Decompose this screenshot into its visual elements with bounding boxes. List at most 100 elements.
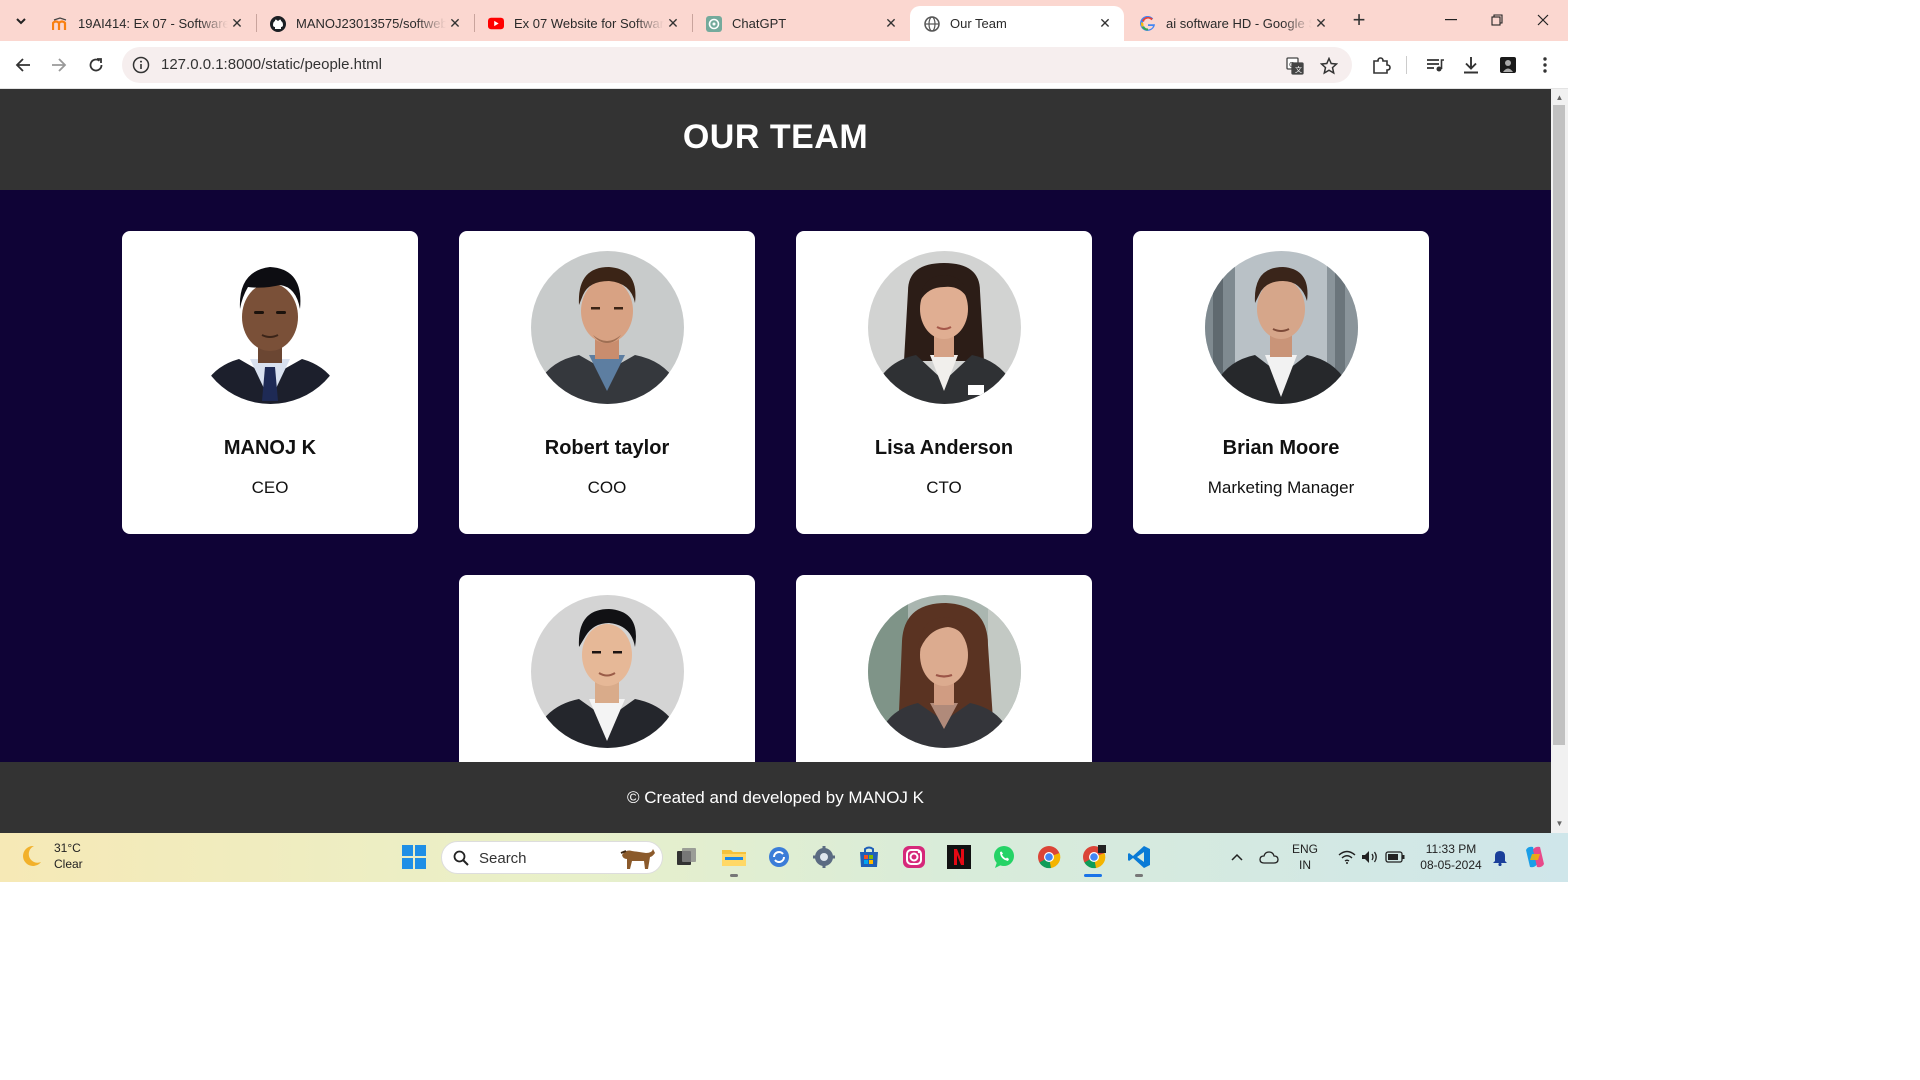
region-code: IN (1299, 858, 1311, 872)
weather-condition: Clear (54, 857, 83, 871)
scrollbar-thumb[interactable] (1553, 105, 1565, 745)
avatar (194, 251, 347, 404)
restore-icon (1491, 14, 1503, 26)
tab-title: ai software HD - Google Se (1166, 16, 1312, 31)
chrome-icon[interactable] (1034, 842, 1064, 872)
battery-icon[interactable] (1380, 842, 1410, 872)
page-title: OUR TEAM (682, 118, 869, 156)
system-clock[interactable]: 11:33 PM 08-05-2024 (1416, 841, 1486, 873)
forward-button[interactable] (45, 51, 73, 79)
tab-our-team[interactable]: Our Team ✕ (910, 6, 1124, 41)
lang-code: ENG (1292, 842, 1319, 856)
sync-app-icon[interactable] (764, 842, 794, 872)
scroll-down-icon[interactable]: ▼ (1555, 819, 1564, 828)
tab-github[interactable]: MANOJ23013575/softweb ✕ (256, 6, 474, 41)
close-icon[interactable]: ✕ (1096, 15, 1114, 33)
page-header: OUR TEAM (0, 89, 1551, 190)
onedrive-cloud-icon[interactable] (1254, 842, 1284, 872)
translate-icon[interactable]: G文 (1284, 55, 1306, 77)
instagram-icon[interactable] (899, 842, 929, 872)
profile-avatar[interactable] (1496, 53, 1520, 77)
vertical-scrollbar[interactable]: ▲ ▼ (1551, 89, 1568, 833)
clock-date: 08-05-2024 (1420, 858, 1482, 872)
moodle-icon (52, 16, 68, 32)
member-name: Brian Moore (1222, 437, 1340, 459)
address-bar[interactable]: 127.0.0.1:8000/static/people.html G文 (122, 47, 1352, 83)
svg-text:文: 文 (1295, 65, 1302, 74)
url-text[interactable]: 127.0.0.1:8000/static/people.html (161, 56, 382, 73)
task-view-icon[interactable] (672, 842, 702, 872)
file-explorer-icon[interactable] (719, 842, 749, 872)
windows-icon (402, 845, 426, 869)
windows-taskbar: 31°C Clear Search ENG IN 11:33 PM 08-05-… (0, 833, 1568, 882)
tab-search-button[interactable] (8, 8, 34, 34)
active-indicator (1084, 874, 1102, 877)
copilot-icon[interactable] (1520, 842, 1550, 872)
page-footer: © Created and developed by MANOJ K (0, 762, 1551, 833)
bookmark-star-icon[interactable] (1318, 55, 1340, 77)
member-role: CTO (926, 478, 962, 497)
back-button[interactable] (9, 51, 37, 79)
netflix-icon[interactable] (944, 842, 974, 872)
avatar (531, 251, 684, 404)
new-tab-button[interactable]: + (1346, 8, 1372, 34)
close-icon[interactable]: ✕ (882, 15, 900, 33)
media-controls-icon[interactable] (1423, 53, 1447, 77)
member-role: COO (587, 478, 627, 497)
close-icon[interactable]: ✕ (664, 15, 682, 33)
minimize-button[interactable] (1428, 4, 1474, 36)
weather-temp: 31°C (54, 841, 81, 855)
close-icon[interactable]: ✕ (1312, 15, 1330, 33)
tab-title: ChatGPT (732, 16, 787, 31)
tab-title: 19AI414: Ex 07 - Software D (78, 16, 228, 31)
tab-strip: 19AI414: Ex 07 - Software D ✕ MANOJ23013… (0, 0, 1568, 41)
clock-time: 11:33 PM (1425, 842, 1477, 856)
whatsapp-icon[interactable] (989, 842, 1019, 872)
kebab-menu-icon[interactable] (1533, 53, 1557, 77)
minimize-icon (1445, 19, 1457, 21)
team-card: Brian Moore Marketing Manager (1133, 231, 1429, 534)
tab-youtube[interactable]: Ex 07 Website for Software ✕ (474, 6, 692, 41)
team-card: Lisa Anderson CTO (796, 231, 1092, 534)
scroll-up-icon[interactable]: ▲ (1555, 93, 1564, 102)
close-icon[interactable]: ✕ (228, 15, 246, 33)
member-name: Lisa Anderson (874, 437, 1014, 459)
search-icon (453, 850, 469, 866)
chrome-active-icon[interactable] (1079, 842, 1109, 872)
team-card: MANOJ K CEO (122, 231, 418, 534)
start-button[interactable] (399, 842, 429, 872)
avatar (1205, 251, 1358, 404)
tab-title: Our Team (950, 16, 1007, 31)
restore-button[interactable] (1474, 4, 1520, 36)
close-icon (1537, 14, 1549, 26)
tab-title: MANOJ23013575/softweb (296, 16, 446, 31)
close-window-button[interactable] (1520, 4, 1566, 36)
avatar (868, 595, 1021, 748)
taskbar-search[interactable]: Search (441, 841, 663, 874)
extensions-icon[interactable] (1369, 53, 1393, 77)
tab-title: Ex 07 Website for Software (514, 16, 664, 31)
member-role: CEO (251, 478, 289, 497)
arrow-left-icon (15, 58, 30, 72)
close-icon[interactable]: ✕ (446, 15, 464, 33)
svg-text:G: G (1289, 61, 1294, 69)
running-indicator (1135, 874, 1143, 877)
team-card: Robert taylor COO (459, 231, 755, 534)
chevron-up-icon[interactable] (1222, 842, 1252, 872)
plus-icon: + (1352, 7, 1366, 32)
member-name: Robert taylor (544, 437, 670, 459)
download-icon[interactable] (1459, 53, 1483, 77)
language-indicator[interactable]: ENG IN (1292, 841, 1318, 873)
tab-chatgpt[interactable]: ChatGPT ✕ (692, 6, 910, 41)
microsoft-store-icon[interactable] (854, 842, 884, 872)
tab-google[interactable]: ai software HD - Google Se ✕ (1126, 6, 1340, 41)
footer-text: © Created and developed by MANOJ K (627, 787, 924, 807)
avatar (868, 251, 1021, 404)
reload-button[interactable] (82, 51, 110, 79)
info-icon[interactable] (132, 56, 150, 74)
weather-widget[interactable]: 31°C Clear (18, 840, 83, 872)
settings-gear-icon[interactable] (809, 842, 839, 872)
tab-moodle[interactable]: 19AI414: Ex 07 - Software D ✕ (38, 6, 256, 41)
notification-bell-icon[interactable] (1485, 842, 1515, 872)
vscode-icon[interactable] (1124, 842, 1154, 872)
